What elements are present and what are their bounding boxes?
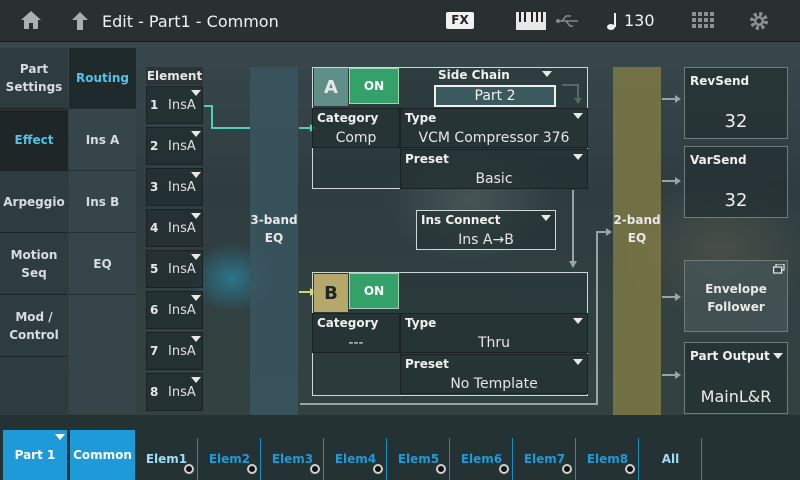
type-label: Type [405,111,437,125]
rev-send-value: 32 [724,111,748,132]
ins-a-preset-field[interactable]: Preset Basic [400,149,588,189]
element-row[interactable]: 8 InsA [146,373,203,411]
element-row[interactable]: 1 InsA [146,86,203,124]
element-number: 7 [150,344,159,358]
element-row[interactable]: 5 InsA [146,250,203,288]
ins-connect-label: Ins Connect [421,213,501,227]
elem2-status-dot [247,464,257,474]
elem6-status-dot [499,464,509,474]
part-output-value: MainL&R [700,387,772,406]
dropdown-icon [573,359,583,365]
ins-b-preset-field[interactable]: Preset No Template [400,354,588,394]
element-ins-value: InsA [168,262,196,277]
part-select-button[interactable]: Part 1 [3,430,67,480]
var-send-label: VarSend [690,153,747,167]
preset-value: Basic [475,171,513,187]
preset-label: Preset [405,152,449,166]
type-label: Type [405,316,437,330]
all-tab[interactable]: All [640,438,702,480]
element-ins-value: InsA [168,385,196,400]
dropdown-icon [191,90,201,96]
dropdown-icon [191,172,201,178]
envelope-follower-label: Envelope [705,282,767,296]
var-send-field[interactable]: VarSend 32 [684,146,788,218]
element-row[interactable]: 4 InsA [146,209,203,247]
side-chain-select[interactable]: Part 2 [434,85,556,107]
dropdown-icon [541,215,551,221]
ins-connect-field[interactable]: Ins Connect Ins A→B [416,210,556,250]
element-row[interactable]: 3 InsA [146,168,203,206]
type-value: Thru [477,335,511,351]
dropdown-icon [191,131,201,137]
element-ins-value: InsA [168,98,196,113]
preset-value: No Template [450,376,538,392]
part-label: Part 1 [14,448,56,462]
element-number: 4 [150,221,159,235]
envelope-follower-label: Follower [707,300,765,314]
envelope-follower-button[interactable]: Envelope Follower [684,260,788,332]
dropdown-icon [542,71,552,77]
dropdown-icon [55,434,65,440]
type-value: VCM Compressor 376 [418,130,570,146]
category-value: --- [348,335,364,351]
ins-connect-value: Ins A→B [458,232,514,248]
element-row[interactable]: 6 InsA [146,291,203,329]
ins-a-type-field[interactable]: Type VCM Compressor 376 [400,108,588,148]
ins-b-category-field[interactable]: Category --- [312,313,400,353]
ins-b-type-field[interactable]: Type Thru [400,313,588,353]
element-ins-value: InsA [168,139,196,154]
elem3-status-dot [310,464,320,474]
dropdown-icon [573,154,583,160]
rev-send-field[interactable]: RevSend 32 [684,67,788,139]
rev-send-label: RevSend [690,74,750,88]
category-label: Category [317,111,379,125]
element-number: 5 [150,262,159,276]
dropdown-icon [191,295,201,301]
elem8-status-dot [625,464,635,474]
part-output-label: Part Output [690,349,770,363]
element-row[interactable]: 7 InsA [146,332,203,370]
element-number: 1 [150,98,159,112]
side-chain-label: Side Chain [438,68,510,82]
elem4-status-dot [373,464,383,474]
part-output-field[interactable]: Part Output MainL&R [684,342,788,414]
ins-a-letter: A [314,68,348,106]
element-header: Element [146,67,203,85]
ins-a-on-button[interactable]: ON [349,68,399,104]
dropdown-icon [191,336,201,342]
elem5-status-dot [436,464,446,474]
dropdown-icon [573,113,583,119]
popup-icon [773,264,785,274]
element-ins-value: InsA [168,303,196,318]
var-send-value: 32 [724,190,748,211]
ins-a-category-field[interactable]: Category Comp [312,108,400,148]
element-row[interactable]: 2 InsA [146,127,203,165]
element-ins-value: InsA [168,180,196,195]
element-number: 8 [150,385,159,399]
element-ins-value: InsA [168,344,196,359]
dropdown-icon [191,377,201,383]
dropdown-icon [191,254,201,260]
preset-label: Preset [405,357,449,371]
dropdown-icon [573,318,583,324]
elem7-status-dot [562,464,572,474]
element-number: 2 [150,139,159,153]
element-number: 3 [150,180,159,194]
category-value: Comp [335,130,377,146]
element-number: 6 [150,303,159,317]
elem1-status-dot [184,464,194,474]
dropdown-icon [773,353,783,359]
common-button[interactable]: Common [70,430,135,480]
category-label: Category [317,316,379,330]
side-chain-field: Side Chain [434,67,556,85]
element-ins-value: InsA [168,221,196,236]
ins-b-on-button[interactable]: ON [349,273,399,309]
ins-b-letter: B [314,274,348,312]
dropdown-icon [191,213,201,219]
